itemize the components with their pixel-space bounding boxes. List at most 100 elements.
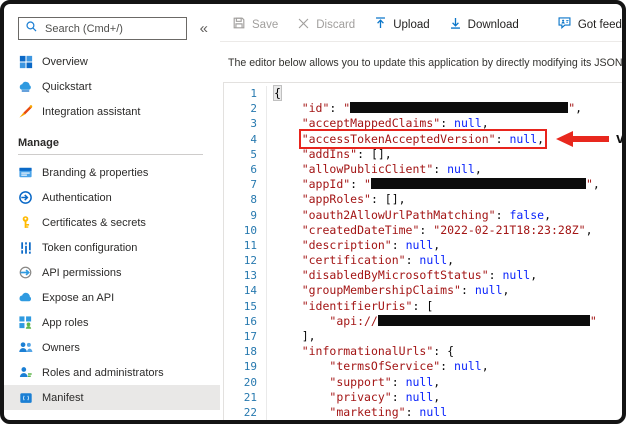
sidebar-item-manifest[interactable]: Manifest — [4, 385, 220, 410]
save-button[interactable]: Save — [232, 16, 278, 33]
code-token: "disabledByMicrosoftStatus" — [302, 268, 489, 282]
editor-line[interactable]: 1{ — [224, 86, 622, 101]
line-number: 11 — [224, 238, 267, 253]
discard-x-icon — [297, 17, 310, 33]
sidebar-item-quickstart[interactable]: Quickstart — [4, 74, 220, 99]
code-token — [274, 375, 329, 389]
search-input[interactable] — [43, 22, 180, 36]
sidebar-item-authentication[interactable]: Authentication — [4, 185, 220, 210]
sidebar-item-label: Integration assistant — [42, 106, 140, 118]
line-code: "appRoles": [], — [267, 192, 406, 207]
code-token: null — [447, 162, 475, 176]
code-token: "oauth2AllowUrlPathMatching" — [302, 208, 496, 222]
code-token — [274, 162, 302, 176]
collapse-sidebar-button[interactable]: « — [196, 19, 212, 38]
editor-line[interactable]: 21 "privacy": null, — [224, 390, 622, 405]
code-token — [274, 208, 302, 222]
editor-line[interactable]: 18 "informationalUrls": { — [224, 344, 622, 359]
sidebar-item-api-permissions[interactable]: API permissions — [4, 260, 220, 285]
editor-line[interactable]: 14 "groupMembershipClaims": null, — [224, 283, 622, 298]
sidebar-item-owners[interactable]: Owners — [4, 335, 220, 360]
editor-line[interactable]: 11 "description": null, — [224, 238, 622, 253]
manifest-editor-pane: Save Discard Upload Download — [220, 4, 622, 420]
editor-description: The editor below allows you to update th… — [220, 42, 622, 82]
redacted-value — [350, 102, 568, 113]
editor-line[interactable]: 13 "disabledByMicrosoftStatus": null, — [224, 268, 622, 283]
code-token: , — [593, 177, 600, 191]
line-number: 4 — [224, 132, 267, 147]
editor-line[interactable]: 19 "termsOfService": null, — [224, 359, 622, 374]
code-token: , — [530, 268, 537, 282]
integration-assistant-icon — [18, 104, 33, 119]
redacted-value — [371, 178, 586, 189]
annotation-arrow-icon — [556, 131, 609, 147]
editor-line[interactable]: 20 "support": null, — [224, 375, 622, 390]
editor-line[interactable]: 22 "marketing": null — [224, 405, 622, 420]
brace-highlight: { — [274, 86, 281, 100]
editor-line[interactable]: 4 "accessTokenAcceptedVersion": null,v1.… — [224, 132, 622, 147]
editor-line[interactable]: 16 "api://" — [224, 314, 622, 329]
editor-line[interactable]: 6 "allowPublicClient": null, — [224, 162, 622, 177]
code-token: : [], — [357, 147, 392, 161]
code-token: null — [454, 116, 482, 130]
editor-line[interactable]: 10 "createdDateTime": "2022-02-21T18:23:… — [224, 223, 622, 238]
discard-button[interactable]: Discard — [297, 17, 355, 33]
code-token: "certification" — [302, 253, 406, 267]
sidebar-item-branding-properties[interactable]: Branding & properties — [4, 160, 220, 185]
code-token — [274, 359, 329, 373]
code-token: "identifierUris" — [302, 299, 413, 313]
editor-line[interactable]: 9 "oauth2AllowUrlPathMatching": false, — [224, 208, 622, 223]
code-token — [274, 314, 329, 328]
editor-line[interactable]: 15 "identifierUris": [ — [224, 299, 622, 314]
sidebar-section-manage: Manage — [4, 124, 220, 154]
code-token — [274, 238, 302, 252]
authentication-icon — [18, 190, 33, 205]
command-bar: Save Discard Upload Download — [220, 13, 622, 41]
sidebar-item-integration-assistant[interactable]: Integration assistant — [4, 99, 220, 124]
code-token: "api:// — [329, 314, 377, 328]
editor-line[interactable]: 12 "certification": null, — [224, 253, 622, 268]
line-code: { — [267, 86, 281, 101]
sidebar-item-label: Certificates & secrets — [42, 217, 146, 229]
feedback-button[interactable]: Got feedback? — [557, 16, 626, 33]
code-token — [274, 405, 329, 419]
sidebar-item-roles-administrators[interactable]: Roles and administrators — [4, 360, 220, 385]
sidebar-item-token-configuration[interactable]: Token configuration — [4, 235, 220, 260]
line-number: 20 — [224, 375, 267, 390]
code-token: null — [406, 375, 434, 389]
code-token — [274, 253, 302, 267]
editor-line[interactable]: 8 "appRoles": [], — [224, 192, 622, 207]
line-code: "oauth2AllowUrlPathMatching": false, — [267, 208, 551, 223]
sidebar-item-certificates-secrets[interactable]: Certificates & secrets — [4, 210, 220, 235]
sidebar-item-label: Overview — [42, 56, 88, 68]
search-icon — [25, 20, 38, 38]
download-button[interactable]: Download — [449, 16, 519, 33]
discard-label: Discard — [316, 19, 355, 31]
sidebar-item-expose-an-api[interactable]: Expose an API — [4, 285, 220, 310]
code-token: : — [329, 101, 343, 115]
line-code: "addIns": [], — [267, 147, 392, 162]
editor-line[interactable]: 2 "id": "", — [224, 101, 622, 116]
sidebar-item-overview[interactable]: Overview — [4, 49, 220, 74]
feedback-label: Got feedback? — [578, 19, 626, 31]
save-icon — [232, 16, 246, 33]
code-token — [274, 177, 302, 191]
arrow-head — [556, 131, 573, 147]
cloud-icon — [18, 290, 33, 305]
editor-line[interactable]: 17 ], — [224, 329, 622, 344]
code-token: , — [447, 253, 454, 267]
editor-line[interactable]: 7 "appId": "", — [224, 177, 622, 192]
feedback-icon — [557, 16, 572, 33]
upload-button[interactable]: Upload — [374, 16, 429, 33]
code-token: : [ — [412, 299, 433, 313]
code-token — [274, 283, 302, 297]
code-token: : — [392, 390, 406, 404]
line-code: "privacy": null, — [267, 390, 440, 405]
sidebar-item-app-roles[interactable]: App roles — [4, 310, 220, 335]
manifest-json-editor[interactable]: 1{2 "id": "",3 "acceptMappedClaims": nul… — [223, 82, 622, 420]
editor-line[interactable]: 5 "addIns": [], — [224, 147, 622, 162]
search-box[interactable] — [18, 17, 187, 40]
code-token: null — [503, 268, 531, 282]
sidebar-item-label: Authentication — [42, 192, 112, 204]
editor-line[interactable]: 3 "acceptMappedClaims": null, — [224, 116, 622, 131]
